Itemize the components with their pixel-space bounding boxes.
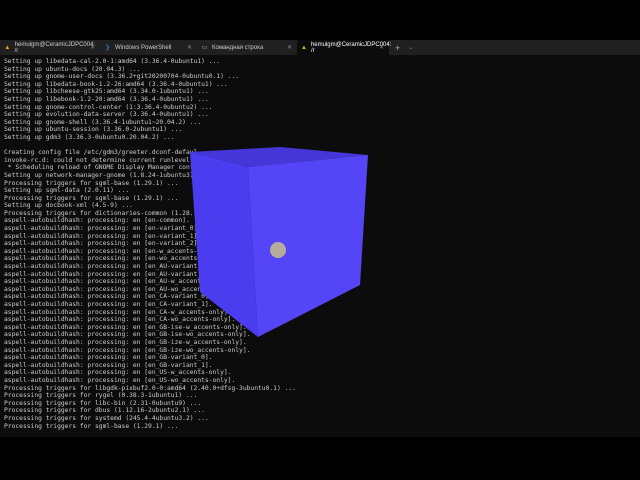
cube-left-face	[190, 152, 258, 337]
mouse-cursor-highlight	[270, 242, 286, 258]
cube-right-face	[248, 155, 368, 337]
3d-cube-overlay	[190, 147, 368, 337]
